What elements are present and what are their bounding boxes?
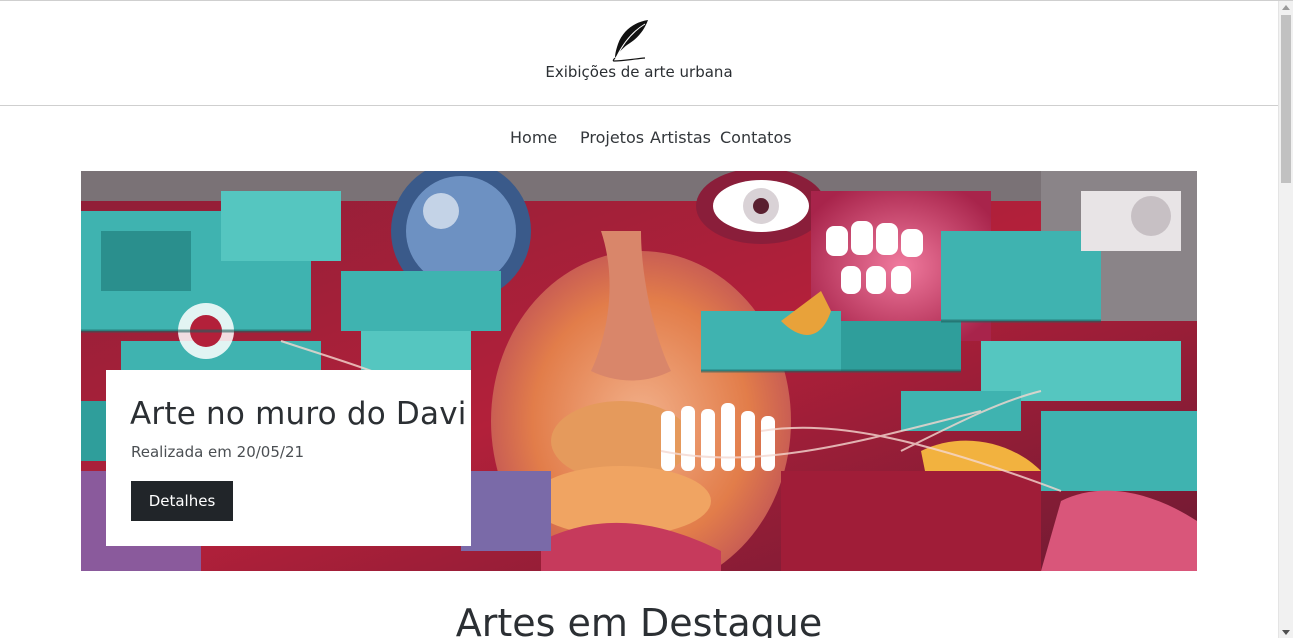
site-title: Exibições de arte urbana <box>545 63 733 81</box>
site-header: Exibições de arte urbana <box>0 1 1278 106</box>
scroll-down-arrow-icon[interactable] <box>1282 630 1290 635</box>
page-scrollbar[interactable] <box>1278 1 1293 638</box>
scrollbar-thumb[interactable] <box>1281 15 1291 183</box>
feather-quill-icon[interactable] <box>611 18 651 62</box>
scroll-up-arrow-icon[interactable] <box>1282 5 1290 10</box>
hero-date: Realizada em 20/05/21 <box>131 443 305 461</box>
featured-section-title: Artes em Destaque <box>455 601 823 638</box>
page: Exibições de arte urbana Home Projetos A… <box>0 0 1293 638</box>
nav-item-projetos[interactable]: Projetos <box>580 128 644 147</box>
nav-item-artistas[interactable]: Artistas <box>650 128 711 147</box>
nav-item-contatos[interactable]: Contatos <box>720 128 792 147</box>
nav-item-home[interactable]: Home <box>510 128 557 147</box>
hero-caption-card: Arte no muro do Davi Realizada em 20/05/… <box>106 370 471 546</box>
hero-title: Arte no muro do Davi <box>130 396 467 432</box>
details-button[interactable]: Detalhes <box>131 481 233 521</box>
